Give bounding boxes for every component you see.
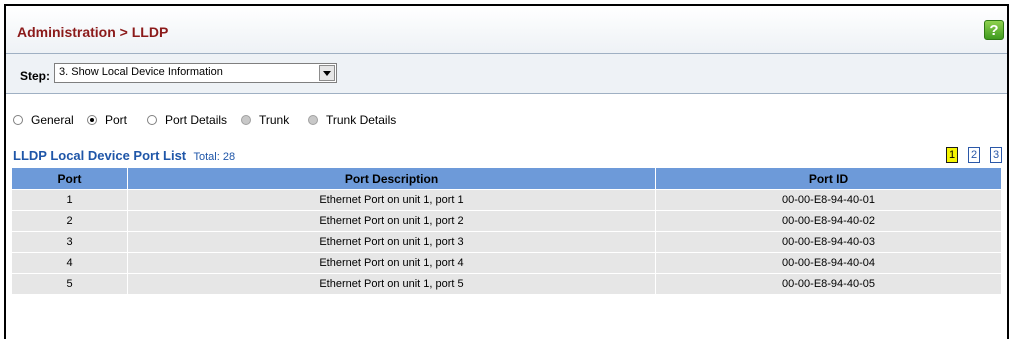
radio-trunk-details-label: Trunk Details bbox=[326, 113, 397, 127]
list-heading: LLDP Local Device Port List Total: 28 bbox=[13, 148, 235, 163]
table-row: 3 Ethernet Port on unit 1, port 3 00-00-… bbox=[11, 231, 1002, 253]
radio-port-details-label: Port Details bbox=[165, 113, 228, 127]
help-button[interactable]: ? bbox=[984, 20, 1004, 40]
radio-general-label: General bbox=[31, 113, 74, 127]
column-header-port-description: Port Description bbox=[127, 167, 656, 190]
page-button-2[interactable]: 2 bbox=[968, 147, 980, 163]
pagination: 1 2 3 bbox=[946, 147, 1006, 163]
cell-port-description: Ethernet Port on unit 1, port 1 bbox=[127, 189, 656, 211]
radio-port-details-circle[interactable] bbox=[147, 115, 157, 125]
step-label: Step: bbox=[20, 69, 50, 83]
table-row: 5 Ethernet Port on unit 1, port 5 00-00-… bbox=[11, 273, 1002, 295]
cell-port-description: Ethernet Port on unit 1, port 5 bbox=[127, 273, 656, 295]
cell-port-description: Ethernet Port on unit 1, port 2 bbox=[127, 210, 656, 232]
table-header-row: Port Port Description Port ID bbox=[11, 167, 1002, 190]
cell-port: 3 bbox=[11, 231, 128, 253]
page-button-3[interactable]: 3 bbox=[990, 147, 1002, 163]
cell-port: 1 bbox=[11, 189, 128, 211]
page-title: Administration > LLDP bbox=[17, 24, 169, 40]
step-select-value: 3. Show Local Device Information bbox=[59, 66, 223, 78]
radio-port-circle[interactable] bbox=[87, 115, 97, 125]
chevron-down-icon[interactable] bbox=[319, 65, 335, 81]
radio-trunk-details-circle bbox=[308, 115, 318, 125]
table-row: 1 Ethernet Port on unit 1, port 1 00-00-… bbox=[11, 189, 1002, 211]
cell-port: 5 bbox=[11, 273, 128, 295]
table-row: 4 Ethernet Port on unit 1, port 4 00-00-… bbox=[11, 252, 1002, 274]
port-list-table: Port Port Description Port ID 1 Ethernet… bbox=[11, 167, 1002, 295]
column-header-port: Port bbox=[11, 167, 128, 190]
column-header-port-id: Port ID bbox=[655, 167, 1002, 190]
page-button-1[interactable]: 1 bbox=[946, 147, 958, 163]
cell-port-description: Ethernet Port on unit 1, port 4 bbox=[127, 252, 656, 274]
radio-trunk-label: Trunk bbox=[259, 113, 290, 127]
cell-port-id: 00-00-E8-94-40-05 bbox=[655, 273, 1002, 295]
list-title: LLDP Local Device Port List bbox=[13, 148, 187, 163]
step-select[interactable]: 3. Show Local Device Information bbox=[54, 63, 337, 83]
radio-general-circle[interactable] bbox=[13, 115, 23, 125]
cell-port-id: 00-00-E8-94-40-04 bbox=[655, 252, 1002, 274]
radio-port-label: Port bbox=[105, 113, 128, 127]
cell-port-id: 00-00-E8-94-40-03 bbox=[655, 231, 1002, 253]
cell-port-description: Ethernet Port on unit 1, port 3 bbox=[127, 231, 656, 253]
cell-port-id: 00-00-E8-94-40-02 bbox=[655, 210, 1002, 232]
cell-port: 2 bbox=[11, 210, 128, 232]
radio-trunk-circle bbox=[241, 115, 251, 125]
table-row: 2 Ethernet Port on unit 1, port 2 00-00-… bbox=[11, 210, 1002, 232]
page-header: Administration > LLDP ? bbox=[6, 6, 1007, 54]
cell-port: 4 bbox=[11, 252, 128, 274]
step-row: Step: 3. Show Local Device Information bbox=[6, 54, 1007, 94]
cell-port-id: 00-00-E8-94-40-01 bbox=[655, 189, 1002, 211]
list-total: Total: 28 bbox=[193, 151, 236, 163]
